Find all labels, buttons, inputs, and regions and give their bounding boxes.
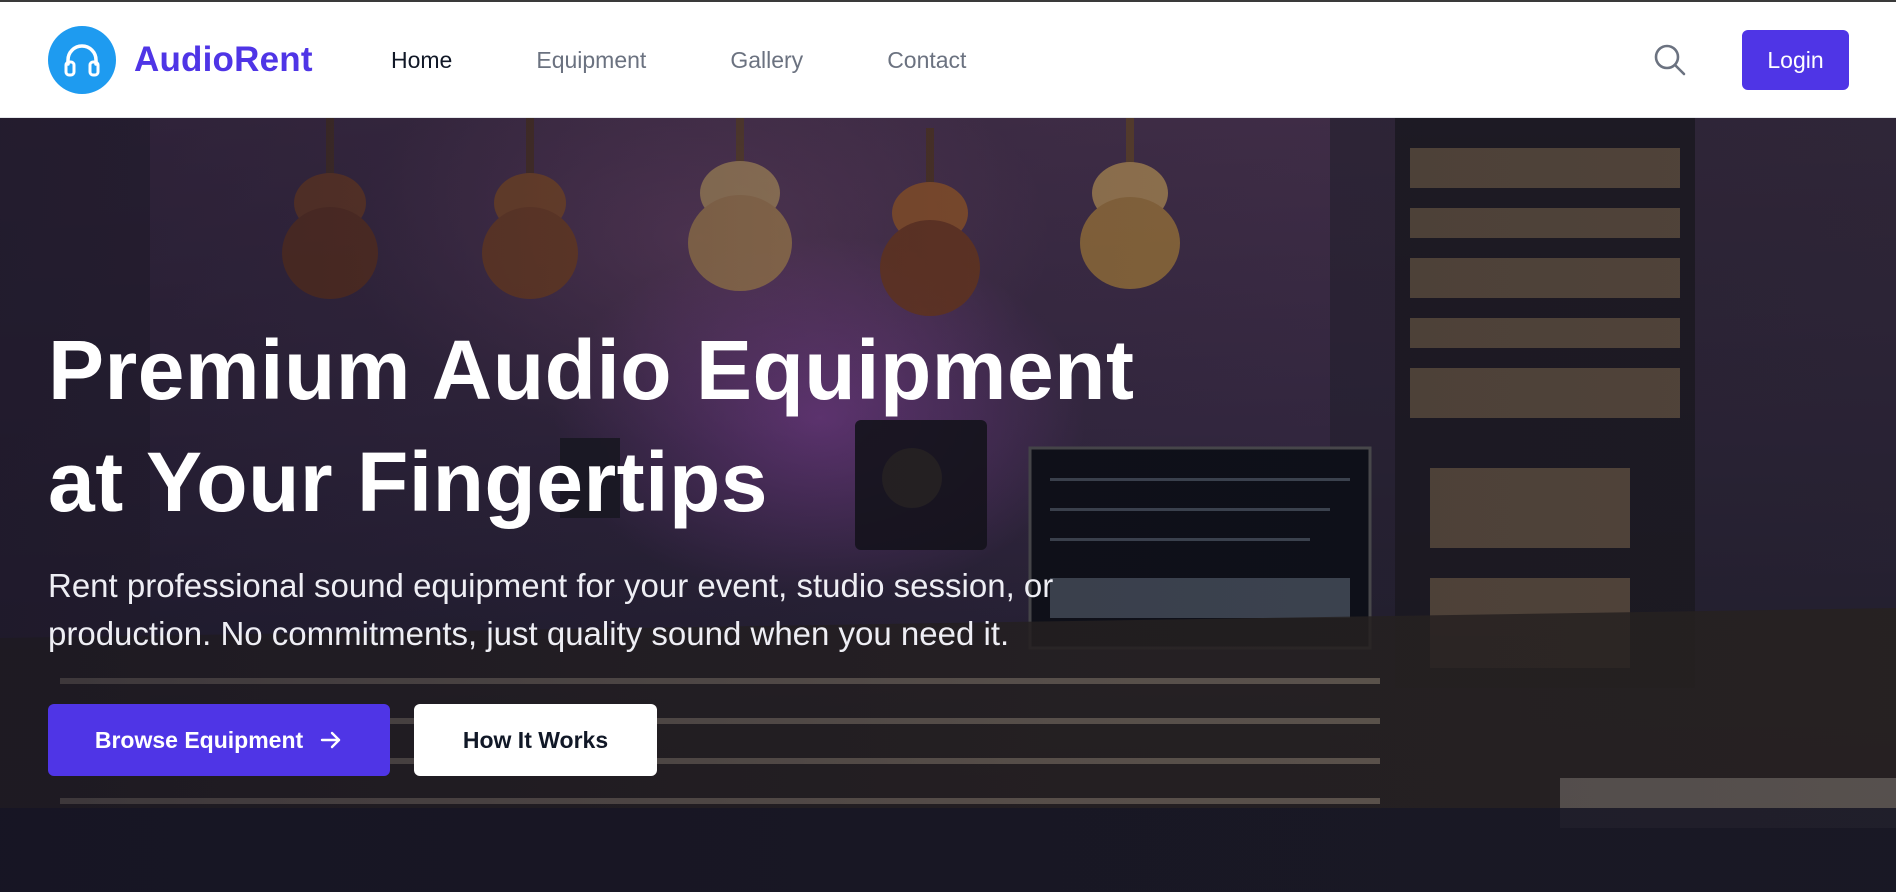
nav-link-contact[interactable]: Contact [887,47,966,74]
hero-title-line-1: Premium Audio Equipment [48,323,1135,417]
browse-equipment-label: Browse Equipment [94,726,304,753]
nav-link-equipment[interactable]: Equipment [536,47,646,74]
browse-equipment-button[interactable]: Browse Equipment [48,704,390,776]
headphones-icon [48,26,116,94]
nav-link-home[interactable]: Home [391,47,452,74]
hero-section: Premium Audio Equipment at Your Fingerti… [0,118,1896,892]
brand-name: AudioRent [134,40,313,79]
hero-subtitle-line-2: production. No commitments, just quality… [48,615,1010,652]
login-button[interactable]: Login [1742,30,1849,90]
hero-subtitle: Rent professional sound equipment for yo… [48,562,1228,658]
arrow-right-icon [319,728,343,752]
navbar: AudioRent Home Equipment Gallery Contact… [0,2,1896,118]
brand-logo[interactable]: AudioRent [48,26,313,94]
hero-title: Premium Audio Equipment at Your Fingerti… [48,314,1348,538]
search-icon[interactable] [1652,42,1688,78]
hero-subtitle-line-1: Rent professional sound equipment for yo… [48,567,1054,604]
nav-link-gallery[interactable]: Gallery [730,47,803,74]
hero-title-line-2: at Your Fingertips [48,435,768,529]
main-nav: Home Equipment Gallery Contact [391,2,1050,118]
how-it-works-button[interactable]: How It Works [414,704,657,776]
